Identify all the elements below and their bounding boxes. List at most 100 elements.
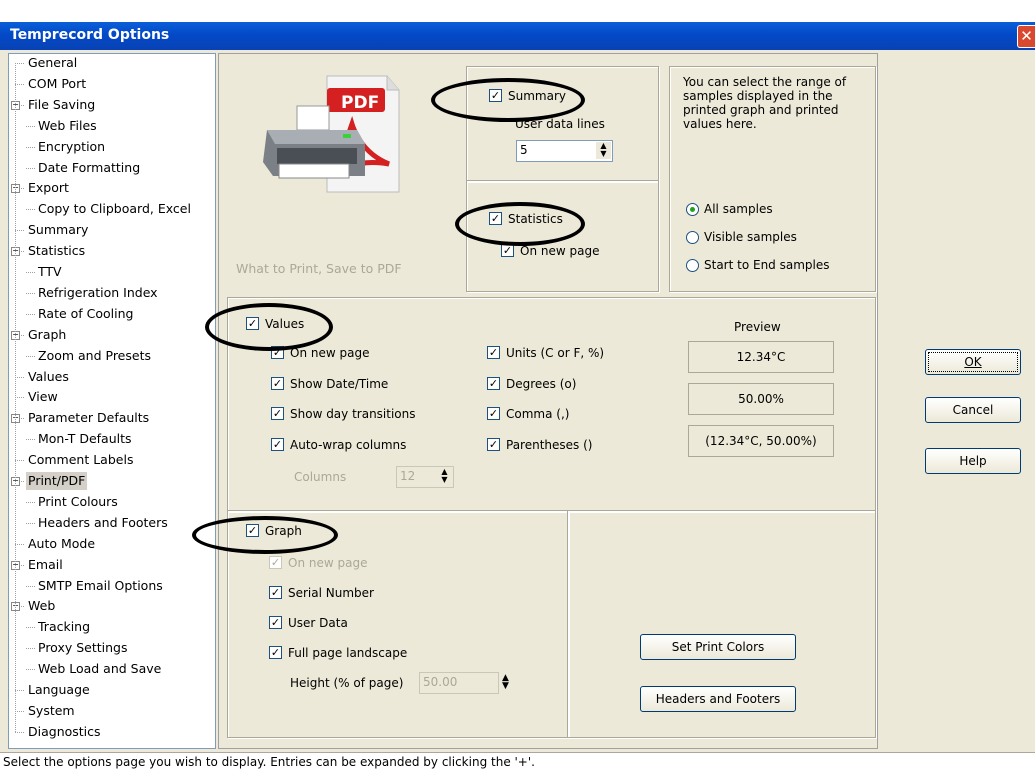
height-spin-arrows-icon[interactable]: ▲ ▼ (502, 674, 509, 691)
values-option-checkbox[interactable]: ✓ Units (C or F, %) (487, 345, 604, 361)
tree-connector (26, 313, 35, 315)
graph-checkbox[interactable]: ✓ Graph (246, 523, 302, 539)
tree-connector (26, 501, 35, 503)
tree-item[interactable]: System (26, 702, 77, 720)
ok-button[interactable]: OK (925, 349, 1021, 375)
headers-and-footers-button[interactable]: Headers and Footers (640, 686, 796, 712)
options-tree[interactable]: General COM Port − File Saving Web Files Encr… (8, 53, 216, 749)
check-icon: ✓ (269, 586, 282, 599)
tree-connector (21, 606, 24, 608)
tree-connector (26, 355, 35, 357)
tree-item[interactable]: Web Files (38, 117, 97, 135)
spin-arrows-icon[interactable]: ▲ ▼ (437, 468, 452, 485)
tree-item[interactable]: Web (26, 597, 57, 615)
height-input[interactable]: 50.00 (419, 672, 499, 694)
check-icon: ✓ (269, 616, 282, 629)
values-option-checkbox[interactable]: ✓ Parentheses () (487, 437, 592, 453)
tree-item[interactable]: Tracking (38, 618, 90, 636)
tree-item[interactable]: Encryption (38, 138, 105, 156)
tree-item[interactable]: Export (26, 179, 71, 197)
values-option-checkbox[interactable]: ✓ On new page (271, 345, 369, 361)
graph-option-checkbox[interactable]: ✓ Full page landscape (269, 645, 407, 661)
tree-item[interactable]: Language (26, 681, 92, 699)
tree-connector (26, 439, 35, 441)
tree-connector (26, 272, 35, 273)
tree-item[interactable]: File Saving (26, 96, 97, 114)
user-data-lines-stepper[interactable]: 5 ▲ ▼ (516, 140, 613, 162)
tree-item[interactable]: Mon-T Defaults (38, 430, 132, 448)
help-button[interactable]: Help (925, 448, 1021, 474)
tree-item[interactable]: Graph (26, 326, 68, 344)
cancel-button[interactable]: Cancel (925, 397, 1021, 423)
tree-item[interactable]: Date Formatting (38, 159, 140, 177)
window-title: Temprecord Options (10, 27, 170, 43)
tree-connector (15, 543, 24, 545)
tree-connector (21, 104, 24, 106)
options-panel: PDF What to Print, Save to PDF ✓ Summary … (192, 53, 878, 749)
tree-item[interactable]: Parameter Defaults (26, 409, 151, 427)
tree-item[interactable]: Refrigeration Index (38, 284, 158, 302)
tree-item[interactable]: Diagnostics (26, 723, 103, 741)
tree-item[interactable]: Email (26, 556, 65, 574)
tree-item[interactable]: Web Load and Save (38, 660, 161, 678)
tree-item[interactable]: View (26, 388, 60, 406)
preview-label: Preview (734, 320, 781, 334)
set-print-colors-button[interactable]: Set Print Colors (640, 634, 796, 660)
check-icon: ✓ (501, 244, 514, 257)
spin-arrows-icon[interactable]: ▲ ▼ (596, 142, 611, 159)
check-icon: ✓ (487, 346, 500, 359)
tree-connector (26, 648, 35, 650)
tree-item[interactable]: Zoom and Presets (38, 347, 151, 365)
status-bar: Select the options page you wish to disp… (0, 752, 1035, 779)
values-checkbox[interactable]: ✓ Values (246, 316, 304, 332)
tree-item[interactable]: Values (26, 368, 71, 386)
tree-connector (15, 731, 24, 733)
tree-connector (15, 397, 24, 399)
summary-checkbox[interactable]: ✓ Summary (489, 88, 566, 104)
range-option-radio[interactable]: Start to End samples (686, 257, 830, 273)
columns-stepper[interactable]: 12 ▲ ▼ (396, 466, 454, 488)
tree-item[interactable]: General (26, 54, 79, 72)
tree-connector (15, 376, 24, 378)
tree-item[interactable]: TTV (38, 263, 62, 281)
check-icon: ✓ (271, 407, 284, 420)
range-option-radio[interactable]: Visible samples (686, 229, 797, 245)
user-data-lines-label: User data lines (515, 117, 605, 131)
values-option-checkbox[interactable]: ✓ Comma (,) (487, 406, 569, 422)
tree-item[interactable]: Comment Labels (26, 451, 135, 469)
check-icon: ✓ (487, 376, 500, 390)
tree-item[interactable]: Copy to Clipboard, Excel (38, 200, 191, 218)
values-option-checkbox[interactable]: ✓ Auto-wrap columns (271, 437, 406, 453)
tree-item[interactable]: Print/PDF (26, 472, 88, 490)
tree-item[interactable]: SMTP Email Options (38, 577, 163, 595)
range-option-radio[interactable]: All samples (686, 201, 773, 217)
statistics-group (466, 180, 659, 292)
tree-connector (26, 167, 35, 169)
tree-item[interactable]: Rate of Cooling (38, 305, 133, 323)
tree-item[interactable]: Auto Mode (26, 535, 97, 553)
tree-connector (15, 63, 24, 64)
tree-item[interactable]: COM Port (26, 75, 88, 93)
check-icon: ✓ (269, 556, 282, 569)
tree-item[interactable]: Headers and Footers (38, 514, 168, 532)
radio-icon (686, 231, 699, 244)
tree-item[interactable]: Proxy Settings (38, 639, 127, 657)
values-option-checkbox[interactable]: ✓ Show Date/Time (271, 376, 388, 392)
values-option-checkbox[interactable]: ✓ Show day transitions (271, 406, 416, 422)
graph-option-checkbox[interactable]: ✓ On new page (269, 555, 367, 571)
printer-pdf-icon (257, 64, 407, 214)
tree-item[interactable]: Statistics (26, 242, 87, 260)
close-button[interactable]: ✕ (1017, 25, 1035, 48)
tree-connector (26, 585, 35, 587)
check-icon: ✓ (271, 376, 284, 390)
check-icon: ✓ (487, 437, 500, 451)
tree-item[interactable]: Print Colours (38, 493, 118, 511)
sample-range-description: You can select the range of samples disp… (683, 75, 847, 131)
graph-option-checkbox[interactable]: ✓ Serial Number (269, 585, 374, 601)
graph-option-checkbox[interactable]: ✓ User Data (269, 615, 348, 631)
tree-item[interactable]: Summary (26, 221, 90, 239)
values-option-checkbox[interactable]: ✓ Degrees (o) (487, 376, 576, 392)
title-bar[interactable]: Temprecord Options ✕ (0, 22, 1035, 50)
statistics-new-page-checkbox[interactable]: ✓ On new page (501, 243, 599, 259)
statistics-checkbox[interactable]: ✓ Statistics (489, 211, 563, 227)
